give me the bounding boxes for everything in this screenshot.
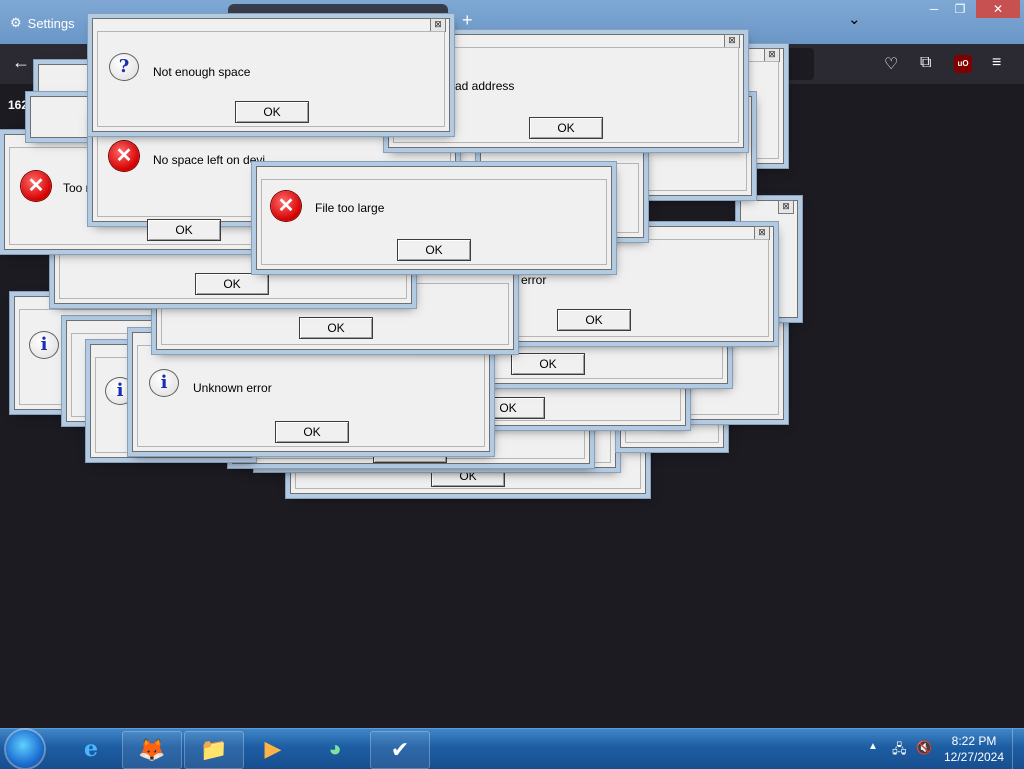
dialog-message: File too large [315,201,385,215]
gear-icon: ⚙ [10,15,22,30]
info-dialog: i Unknown error OK [132,332,490,452]
info-icon: i [105,377,135,405]
dialog-message: Too m [63,181,96,195]
page-content-number: 162 [8,98,29,112]
firefox-icon[interactable]: 🦊 [122,731,182,769]
pocket-icon[interactable]: ♡ [884,54,898,74]
ok-button[interactable]: OK [397,239,471,261]
dialog-message: Unknown error [193,381,272,395]
task-app-icon[interactable]: ✔ [370,731,430,769]
ok-button[interactable]: OK [299,317,373,339]
ok-button[interactable]: OK [275,421,349,443]
dialog-message: No space left on devi [153,153,266,167]
close-icon[interactable]: ⊠ [724,34,740,48]
ok-button[interactable]: OK [147,219,221,241]
close-icon[interactable]: ⊠ [430,18,446,32]
tray-overflow-icon[interactable]: ▲ [868,741,878,752]
close-icon[interactable]: ⊠ [778,200,794,214]
internet-explorer-icon[interactable]: e [62,731,120,767]
ublock-origin-icon[interactable]: uO [954,55,972,73]
show-desktop-button[interactable] [1012,729,1024,769]
dialog-message: Not enough space [153,65,251,79]
close-icon[interactable]: ⊠ [754,226,770,240]
messenger-icon[interactable]: ◕ [306,731,364,767]
menu-hamburger-icon[interactable]: ≡ [992,54,1001,72]
error-dialog: ✕ File too large OK [256,166,612,270]
ok-button[interactable]: OK [557,309,631,331]
media-player-icon[interactable]: ▶ [244,731,302,767]
extensions-icon[interactable]: ⧉ [920,54,931,72]
ok-button[interactable]: OK [511,353,585,375]
dialog-message: Bad address [447,79,515,93]
start-button[interactable] [6,730,44,768]
error-icon: ✕ [21,171,51,201]
ok-button[interactable]: OK [529,117,603,139]
clock-time[interactable]: 8:22 PM [944,734,1004,748]
clock-date[interactable]: 12/27/2024 [940,750,1008,764]
tab-list-button[interactable]: ⌄ [848,10,861,28]
dialog-message: n error [511,273,547,287]
ok-button[interactable]: OK [195,273,269,295]
back-arrow-icon[interactable]: ← [12,52,30,73]
restore-button[interactable]: ❐ [942,0,978,18]
new-tab-button[interactable]: + [462,10,473,31]
close-window-button[interactable]: ✕ [976,0,1020,18]
error-icon: ✕ [109,141,139,171]
close-icon[interactable]: ⊠ [764,48,780,62]
tab-settings[interactable]: ⚙ Settings [0,8,102,38]
ok-button[interactable]: OK [235,101,309,123]
network-icon[interactable]: 🖧 [892,740,907,762]
file-explorer-icon[interactable]: 📁 [184,731,244,769]
ok-button[interactable]: OK [431,465,505,487]
taskbar: e 🦊 📁 ▶ ◕ ✔ ▲ 🖧 🔇 8:22 PM 12/27/2024 [0,728,1024,769]
info-icon: i [149,369,179,397]
question-dialog: ⊠ ? Not enough space OK [92,18,450,132]
info-icon: i [29,331,59,359]
error-icon: ✕ [271,191,301,221]
volume-muted-icon[interactable]: 🔇 [916,740,932,756]
tab-title: Settings [27,15,75,31]
question-icon: ? [109,53,139,81]
